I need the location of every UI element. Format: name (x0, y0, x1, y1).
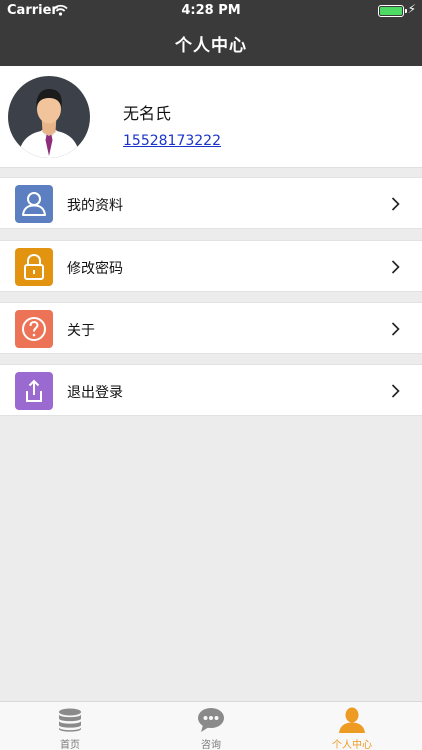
chevron-right-icon (391, 259, 400, 278)
lock-icon (15, 248, 53, 286)
person-icon (338, 707, 366, 737)
charging-bolt-icon: ⚡ (407, 2, 416, 16)
clock: 4:28 PM (181, 3, 241, 18)
top-bar: Carrier 4:28 PM ⚡ 个人中心 (0, 0, 422, 66)
tab-label: 首页 (60, 740, 80, 750)
menu-item-change-password[interactable]: 修改密码 (0, 240, 422, 292)
menu-item-label: 修改密码 (67, 261, 123, 277)
user-profile-icon (15, 185, 53, 223)
tab-profile[interactable]: 个人中心 (282, 702, 422, 750)
battery-icon (378, 5, 407, 17)
tab-label: 咨询 (201, 740, 221, 750)
menu-item-logout[interactable]: 退出登录 (0, 364, 422, 416)
tab-home[interactable]: 首页 (0, 702, 140, 750)
tab-bar: 首页 咨询 个人中心 (0, 701, 422, 750)
menu-item-label: 我的资料 (67, 198, 123, 214)
database-icon (56, 707, 84, 737)
chevron-right-icon (391, 321, 400, 340)
avatar[interactable] (8, 76, 90, 158)
tab-label: 个人中心 (332, 740, 372, 750)
profile-card: 无名氏 15528173222 (0, 66, 422, 168)
chevron-right-icon (391, 196, 400, 215)
menu-item-profile[interactable]: 我的资料 (0, 177, 422, 229)
logout-share-icon (15, 372, 53, 410)
menu-item-label: 退出登录 (67, 385, 123, 401)
user-phone-link[interactable]: 15528173222 (123, 133, 221, 149)
chat-bubble-icon (197, 707, 225, 737)
menu-item-label: 关于 (67, 323, 95, 339)
status-bar: Carrier 4:28 PM ⚡ (0, 0, 422, 22)
question-icon (15, 310, 53, 348)
menu-item-about[interactable]: 关于 (0, 302, 422, 354)
page-title: 个人中心 (175, 36, 247, 56)
user-name: 无名氏 (123, 104, 172, 123)
tab-consult[interactable]: 咨询 (141, 702, 281, 750)
chevron-right-icon (391, 383, 400, 402)
